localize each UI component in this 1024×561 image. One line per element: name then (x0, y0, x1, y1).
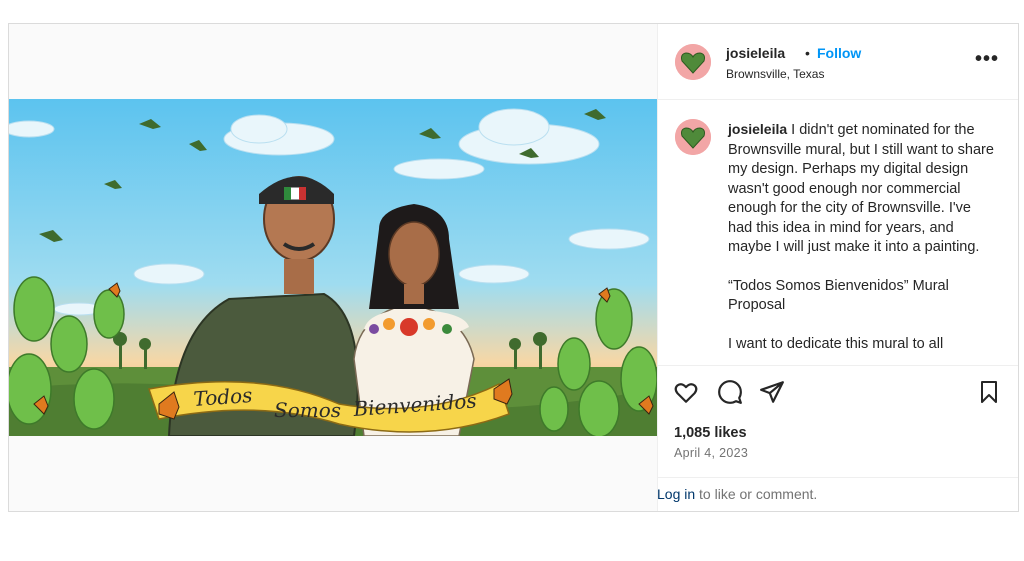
login-prompt: Log in to like or comment. (657, 477, 1018, 511)
caption-paragraph-2: “Todos Somos Bienvenidos” Mural Proposal (728, 277, 949, 314)
caption-username-link[interactable]: josieleila (728, 121, 787, 137)
caption-paragraph-3: I want to dedicate this mural to all (728, 335, 944, 352)
follow-button[interactable]: Follow (817, 45, 861, 61)
login-link[interactable]: Log in (657, 486, 695, 502)
post-sidebar: josieleila • Follow Brownsville, Texas •… (657, 24, 1018, 511)
svg-text:Somos: Somos (274, 398, 341, 422)
bookmark-icon[interactable] (977, 379, 1001, 410)
more-options-icon[interactable]: ••• (975, 48, 999, 71)
caption-text: josieleila I didn't get nominated for th… (728, 120, 994, 365)
likes-count[interactable]: 1,085 likes (674, 425, 747, 441)
post-media[interactable]: Todos Somos Bienvenidos (9, 24, 658, 511)
mural-image[interactable]: Todos Somos Bienvenidos (9, 99, 657, 436)
location-link[interactable]: Brownsville, Texas (726, 67, 824, 81)
share-icon[interactable] (759, 379, 785, 410)
avatar[interactable] (675, 44, 711, 80)
username-link[interactable]: josieleila (726, 45, 785, 61)
comment-icon[interactable] (717, 379, 743, 410)
login-prompt-text: to like or comment. (695, 486, 818, 502)
separator-dot: • (805, 45, 810, 61)
post-container: Todos Somos Bienvenidos josieleila • Fol… (8, 23, 1019, 512)
caption-avatar[interactable] (675, 119, 711, 155)
heart-icon[interactable] (673, 379, 699, 410)
post-header: josieleila • Follow Brownsville, Texas •… (657, 24, 1018, 100)
action-bar (657, 379, 1018, 413)
svg-text:Todos: Todos (193, 383, 253, 411)
caption-paragraph-1: I didn't get nominated for the Brownsvil… (728, 122, 994, 255)
caption-section: josieleila I didn't get nominated for th… (657, 101, 1018, 366)
post-date: April 4, 2023 (674, 446, 749, 460)
